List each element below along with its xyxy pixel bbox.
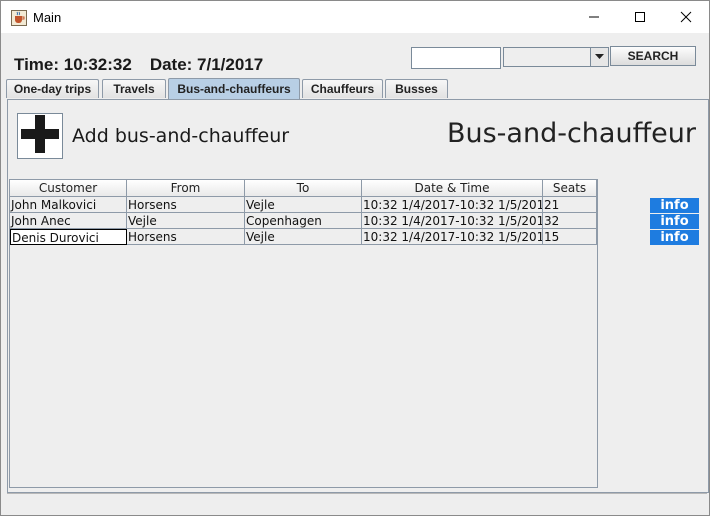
java-cup-icon <box>11 10 27 26</box>
plus-icon <box>20 114 60 158</box>
column-header-to[interactable]: To <box>245 180 362 197</box>
info-button[interactable]: info <box>650 214 699 229</box>
info-button[interactable]: info <box>650 198 699 213</box>
cell-to[interactable]: Copenhagen <box>245 213 362 229</box>
page-title: Bus-and-chauffeur <box>446 118 696 149</box>
tab-busses[interactable]: Busses <box>385 79 448 98</box>
search-filter-dropdown[interactable] <box>503 47 609 67</box>
cell-to[interactable]: Vejle <box>245 197 362 213</box>
main-window: Main Time: 10:32:32 Date: 7/1/2017 SEARCH… <box>0 0 710 516</box>
add-bus-and-chauffeur-button[interactable] <box>17 113 63 159</box>
time-text: Time: 10:32:32 <box>14 55 132 74</box>
window-title: Main <box>33 10 62 25</box>
tab-travels[interactable]: Travels <box>102 79 166 98</box>
cell-seats[interactable]: 15 <box>543 229 597 245</box>
cell-to[interactable]: Vejle <box>245 229 362 245</box>
top-bar: Time: 10:32:32 Date: 7/1/2017 SEARCH <box>1 33 709 77</box>
minimize-icon <box>588 8 600 27</box>
cell-date-time[interactable]: 10:32 1/4/2017-10:32 1/5/2017 <box>362 213 543 229</box>
cell-date-time[interactable]: 10:32 1/4/2017-10:32 1/5/2017 <box>362 197 543 213</box>
minimize-button[interactable] <box>571 1 617 33</box>
cell-customer[interactable]: John Anec <box>10 213 127 229</box>
close-icon <box>680 8 692 27</box>
cell-seats[interactable]: 32 <box>543 213 597 229</box>
cell-from[interactable]: Vejle <box>127 213 245 229</box>
maximize-icon <box>634 8 646 27</box>
chevron-down-icon[interactable] <box>590 48 608 66</box>
add-bus-and-chauffeur-label: Add bus-and-chauffeur <box>72 125 290 147</box>
search-input[interactable] <box>411 47 501 69</box>
cell-customer[interactable]: Denis Durovici <box>10 229 127 245</box>
cell-customer[interactable]: John Malkovici <box>10 197 127 213</box>
title-bar[interactable]: Main <box>1 1 709 33</box>
tab-content-panel: Add bus-and-chauffeur Bus-and-chauffeur … <box>7 99 709 493</box>
date-text: Date: 7/1/2017 <box>149 55 264 74</box>
tab-one-day-trips[interactable]: One-day trips <box>6 79 99 98</box>
search-button[interactable]: SEARCH <box>610 46 696 66</box>
column-header-date-time[interactable]: Date & Time <box>362 180 543 197</box>
maximize-button[interactable] <box>617 1 663 33</box>
tab-chauffeurs[interactable]: Chauffeurs <box>302 79 383 98</box>
status-bar <box>7 493 707 511</box>
info-button[interactable]: info <box>650 230 699 245</box>
column-header-from[interactable]: From <box>127 180 245 197</box>
column-header-customer[interactable]: Customer <box>10 180 127 197</box>
bus-and-chauffeur-table[interactable]: Customer From To Date & Time Seats John … <box>9 179 598 488</box>
cell-from[interactable]: Horsens <box>127 197 245 213</box>
column-header-seats[interactable]: Seats <box>543 180 597 197</box>
cell-seats[interactable]: 21 <box>543 197 597 213</box>
tab-bus-and-chauffeurs[interactable]: Bus-and-chauffeurs <box>168 78 300 99</box>
cell-date-time[interactable]: 10:32 1/4/2017-10:32 1/5/2017 <box>362 229 543 245</box>
clock-display: Time: 10:32:32 Date: 7/1/2017 <box>14 55 263 75</box>
close-button[interactable] <box>663 1 709 33</box>
cell-from[interactable]: Horsens <box>127 229 245 245</box>
